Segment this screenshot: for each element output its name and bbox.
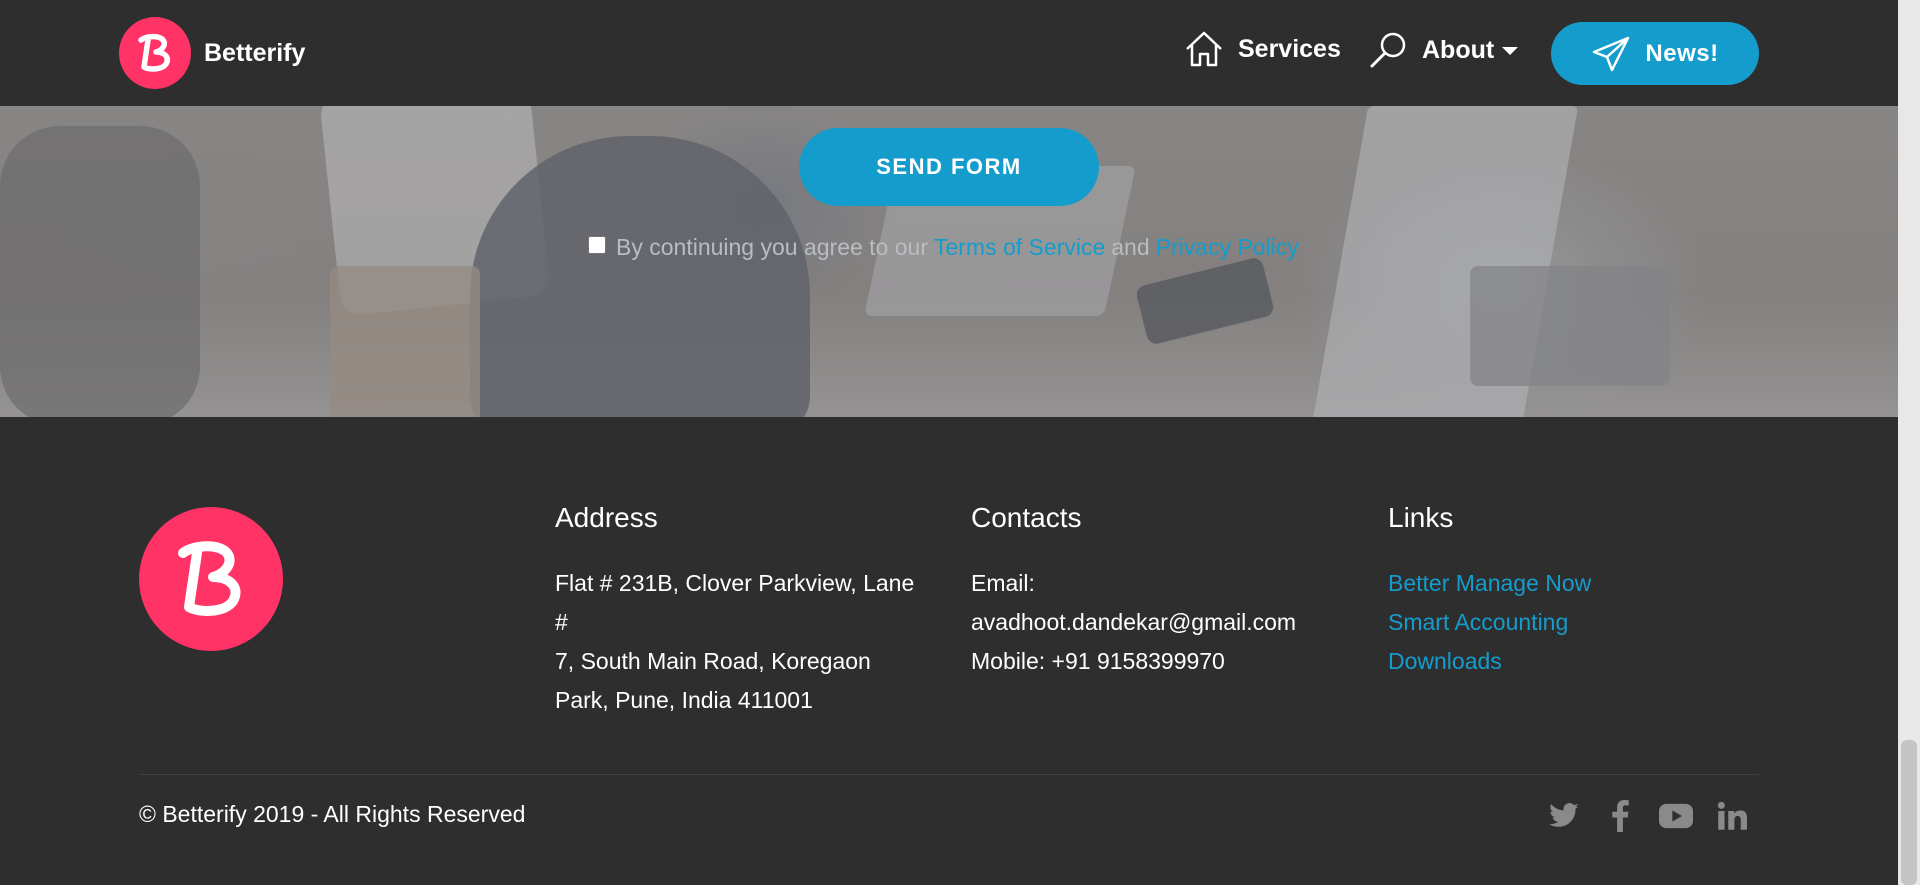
nav-services[interactable]: Services <box>1184 30 1341 68</box>
scrollbar-thumb[interactable] <box>1901 740 1917 885</box>
agree-prefix-text: By continuing you agree to our <box>616 234 928 260</box>
link-better-manage-now[interactable]: Better Manage Now <box>1388 564 1748 603</box>
paper-plane-icon <box>1593 36 1630 71</box>
betterify-logo-icon <box>119 17 191 89</box>
links-title: Links <box>1388 502 1454 533</box>
privacy-policy-link[interactable]: Privacy Policy <box>1156 234 1299 261</box>
nav-about-dropdown[interactable]: About <box>1368 30 1519 70</box>
email-label: Email: <box>971 570 1035 596</box>
footer: Address Flat # 231B, Clover Parkview, La… <box>0 417 1898 885</box>
footer-contacts: Contacts Email: avadhoot.dandekar@gmail.… <box>971 502 1331 681</box>
news-button-label: News! <box>1645 39 1719 67</box>
agree-and-text: and <box>1111 234 1150 260</box>
copyright-text: © Betterify 2019 - All Rights Reserved <box>139 801 526 827</box>
mobile-value: Mobile: +91 9158399970 <box>971 648 1225 674</box>
nav-services-label: Services <box>1238 34 1341 63</box>
send-form-button[interactable]: SEND FORM <box>799 128 1099 206</box>
home-icon <box>1186 31 1222 67</box>
contacts-title: Contacts <box>971 502 1082 533</box>
twitter-icon[interactable] <box>1547 799 1581 833</box>
facebook-icon[interactable] <box>1603 799 1637 833</box>
page-scrollbar[interactable] <box>1898 0 1920 885</box>
news-button[interactable]: News! <box>1551 22 1759 85</box>
terms-checkbox[interactable] <box>588 235 606 254</box>
link-smart-accounting[interactable]: Smart Accounting <box>1388 603 1748 642</box>
linkedin-icon[interactable] <box>1715 799 1749 833</box>
caret-down-icon <box>1502 47 1519 55</box>
email-value: avadhoot.dandekar@gmail.com <box>971 609 1297 635</box>
address-line-3: Park, Pune, India 411001 <box>555 687 813 713</box>
footer-logo-icon[interactable] <box>139 507 283 651</box>
address-line-2: 7, South Main Road, Koregaon <box>555 648 871 674</box>
link-downloads[interactable]: Downloads <box>1388 642 1748 681</box>
youtube-icon[interactable] <box>1659 799 1693 833</box>
footer-divider <box>139 774 1759 775</box>
social-links <box>1547 799 1749 833</box>
brand-name: Betterify <box>204 38 306 67</box>
address-title: Address <box>555 502 658 533</box>
footer-links: Links Better Manage Now Smart Accounting… <box>1388 502 1748 681</box>
hero-background-image: SEND FORM By continuing you agree to our… <box>0 106 1898 417</box>
address-line-1: Flat # 231B, Clover Parkview, Lane # <box>555 570 915 635</box>
navbar: Betterify Services About News! <box>0 0 1898 106</box>
search-icon <box>1370 32 1406 68</box>
terms-of-service-link[interactable]: Terms of Service <box>934 234 1105 261</box>
terms-agreement: By continuing you agree to our Terms of … <box>588 234 1305 261</box>
nav-about-label: About <box>1422 35 1495 64</box>
brand-link[interactable]: Betterify <box>119 17 305 89</box>
footer-address: Address Flat # 231B, Clover Parkview, La… <box>555 502 925 720</box>
